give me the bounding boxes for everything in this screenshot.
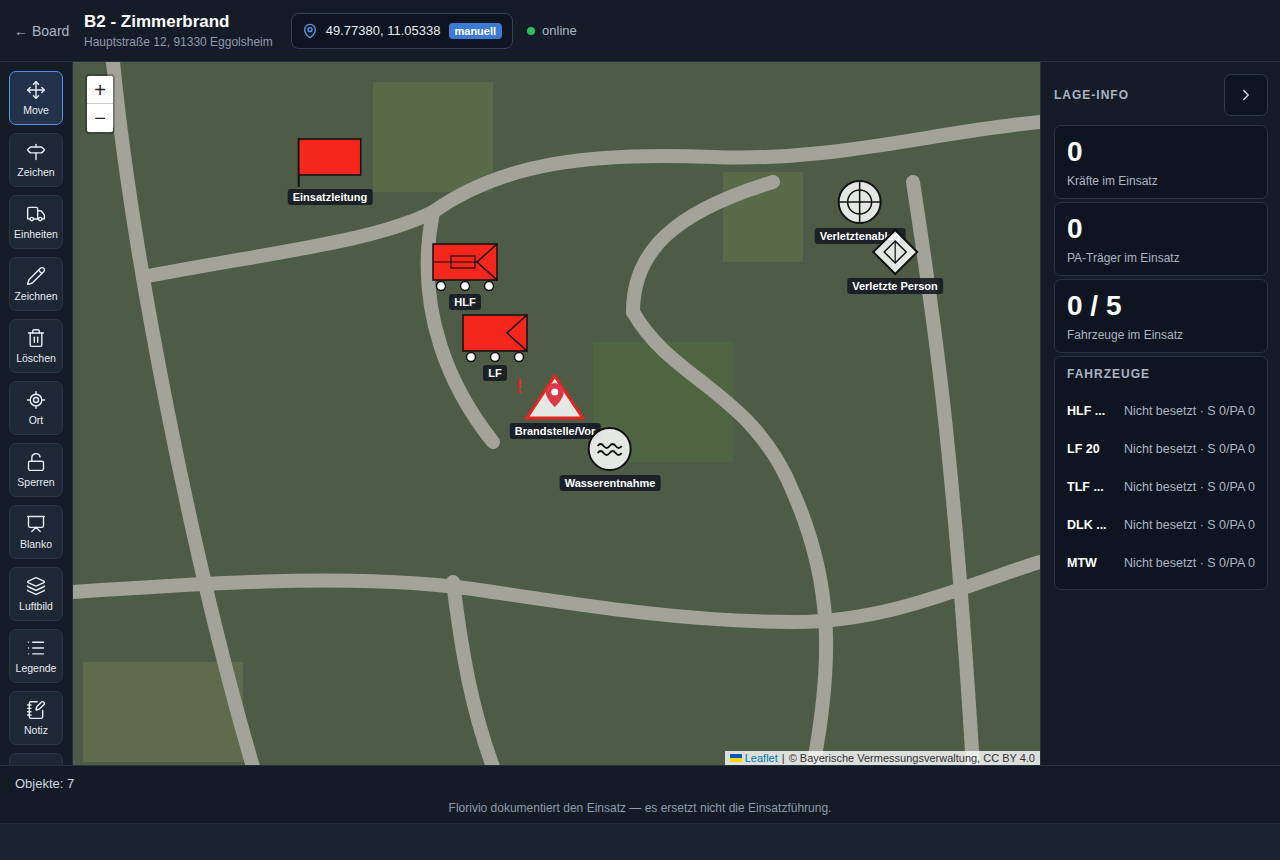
- map-marker[interactable]: LF: [461, 313, 529, 381]
- marker-symbol: [297, 137, 363, 187]
- tool-button[interactable]: Zeichen: [9, 133, 63, 187]
- tool-icon: [26, 204, 46, 224]
- vehicle-row[interactable]: MTWNicht besetzt · S 0/PA 0: [1067, 547, 1255, 579]
- marker-symbol: [461, 313, 529, 363]
- vehicle-row[interactable]: HLF ...Nicht besetzt · S 0/PA 0: [1067, 395, 1255, 427]
- stat-label: Fahrzeuge im Einsatz: [1067, 328, 1255, 342]
- tool-button[interactable]: Blanko: [9, 505, 63, 559]
- marker-symbol: [431, 242, 499, 292]
- vehicle-row[interactable]: DLK ...Nicht besetzt · S 0/PA 0: [1067, 509, 1255, 541]
- marker-label: LF: [483, 365, 506, 381]
- vehicle-row[interactable]: TLF ...Nicht besetzt · S 0/PA 0: [1067, 471, 1255, 503]
- tool-icon: [26, 390, 46, 410]
- connection-status: online: [527, 23, 577, 38]
- stat-label: Kräfte im Einsatz: [1067, 174, 1255, 188]
- object-count: Objekte: 7: [0, 766, 1280, 795]
- attribution: Leaflet|© Bayerische Vermessungsverwaltu…: [725, 751, 1040, 765]
- tool-icon: [26, 142, 46, 162]
- marker-label: Brandstelle/Vor: [510, 423, 601, 439]
- marker-label: Verletzte Person: [847, 278, 943, 294]
- toolbar: Move Zeichen Einheiten Zeichnen Löschen Ort Sp…: [0, 62, 73, 765]
- stat-card: 0 PA-Träger im Einsatz: [1054, 202, 1268, 276]
- zoom-control: +−: [85, 74, 115, 134]
- header: ←Board B2 - Zimmerbrand Hauptstraße 12, 91…: [0, 0, 1280, 62]
- marker-symbol: [836, 178, 884, 226]
- tool-button[interactable]: Zeichnen: [9, 257, 63, 311]
- disclaimer: Florivio dokumentiert den Einsatz — es e…: [0, 795, 1280, 824]
- tool-button[interactable]: Löschen: [9, 319, 63, 373]
- pin-icon: [302, 23, 318, 39]
- stat-label: PA-Träger im Einsatz: [1067, 251, 1255, 265]
- body: Move Zeichen Einheiten Zeichnen Löschen Ort Sp…: [0, 62, 1280, 765]
- stat-value: 0 / 5: [1067, 290, 1255, 322]
- map-marker[interactable]: HLF: [431, 242, 499, 310]
- app: ←Board B2 - Zimmerbrand Hauptstraße 12, 91…: [0, 0, 1280, 860]
- map-marker[interactable]: Wasserentnahme: [560, 425, 661, 491]
- ukraine-flag-icon: [730, 754, 742, 762]
- casualty-collection-icon: [836, 178, 884, 226]
- address: Hauptstraße 12, 91330 Eggolsheim: [84, 35, 273, 49]
- zoom-out-button[interactable]: −: [87, 104, 113, 132]
- zoom-in-button[interactable]: +: [87, 76, 113, 104]
- tool-button[interactable]: Notiz: [9, 691, 63, 745]
- marker-label: Wasserentnahme: [560, 475, 661, 491]
- chevron-right-icon: [1237, 86, 1255, 104]
- panel-title: LAGE-INFO: [1054, 88, 1129, 102]
- stat-value: 0: [1067, 213, 1255, 245]
- bottom-bar: [0, 824, 1280, 860]
- panel-header: LAGE-INFO: [1054, 74, 1268, 116]
- title: B2 - Zimmerbrand: [84, 12, 273, 32]
- vehicles-card: FAHRZEUGE HLF ...Nicht besetzt · S 0/PA 0…: [1054, 356, 1268, 590]
- coordinates[interactable]: 49.77380, 11.05338manuell: [291, 13, 513, 49]
- tool-icon: [26, 452, 46, 472]
- marker-label: HLF: [449, 294, 480, 310]
- tool-icon: [26, 576, 46, 596]
- alert-badge: !: [516, 375, 523, 398]
- casualty-icon: [871, 228, 919, 276]
- marker-label: Einsatzleitung: [288, 189, 373, 205]
- tool-button[interactable]: Luftbild: [9, 567, 63, 621]
- map-marker[interactable]: Verletzte Person: [847, 228, 943, 294]
- stat-card: 0 Kräfte im Einsatz: [1054, 125, 1268, 199]
- coord-mode-badge: manuell: [449, 23, 503, 39]
- tool-button[interactable]: Einheiten: [9, 195, 63, 249]
- fire-site-icon: [524, 373, 586, 421]
- tool-icon: [26, 80, 46, 100]
- side-panel: LAGE-INFO 0 Kräfte im Einsatz 0 PA-Träger im…: [1040, 62, 1280, 765]
- leaflet-link[interactable]: Leaflet: [730, 752, 778, 764]
- back-link[interactable]: ←Board: [14, 23, 70, 39]
- footer: Objekte: 7Florivio dokumentiert den Eins…: [0, 765, 1280, 860]
- marker-symbol: !: [524, 373, 586, 421]
- tool-icon: [26, 700, 46, 720]
- map-marker[interactable]: ! Brandstelle/Vor: [510, 373, 601, 439]
- tool-icon: [26, 266, 46, 286]
- tool-icon: [26, 638, 46, 658]
- vehicles-title: FAHRZEUGE: [1067, 367, 1255, 381]
- status-dot: [527, 27, 535, 35]
- marker-symbol: [586, 425, 634, 473]
- stat-card: 0 / 5 Fahrzeuge im Einsatz: [1054, 279, 1268, 353]
- collapse-button[interactable]: [1224, 74, 1268, 116]
- marker-symbol: [871, 228, 919, 276]
- tool-icon: [26, 328, 46, 348]
- command-flag-icon: [297, 137, 363, 187]
- map[interactable]: +− Einsatzleitung HLF LF! Brandstelle/Vor Was…: [73, 62, 1040, 765]
- tool-icon: [26, 514, 46, 534]
- lf-vehicle-icon: [461, 313, 529, 363]
- map-marker[interactable]: Einsatzleitung: [288, 137, 373, 205]
- tool-button[interactable]: Legende: [9, 629, 63, 683]
- incident-title: B2 - Zimmerbrand Hauptstraße 12, 91330 Eg…: [84, 12, 273, 49]
- vehicle-row[interactable]: LF 20Nicht besetzt · S 0/PA 0: [1067, 433, 1255, 465]
- stat-value: 0: [1067, 136, 1255, 168]
- tool-button[interactable]: Move: [9, 71, 63, 125]
- tool-button[interactable]: Sperren: [9, 443, 63, 497]
- water-source-icon: [586, 425, 634, 473]
- tool-button[interactable]: Ort: [9, 381, 63, 435]
- tool-button[interactable]: [9, 753, 63, 765]
- hlf-vehicle-icon: [431, 242, 499, 292]
